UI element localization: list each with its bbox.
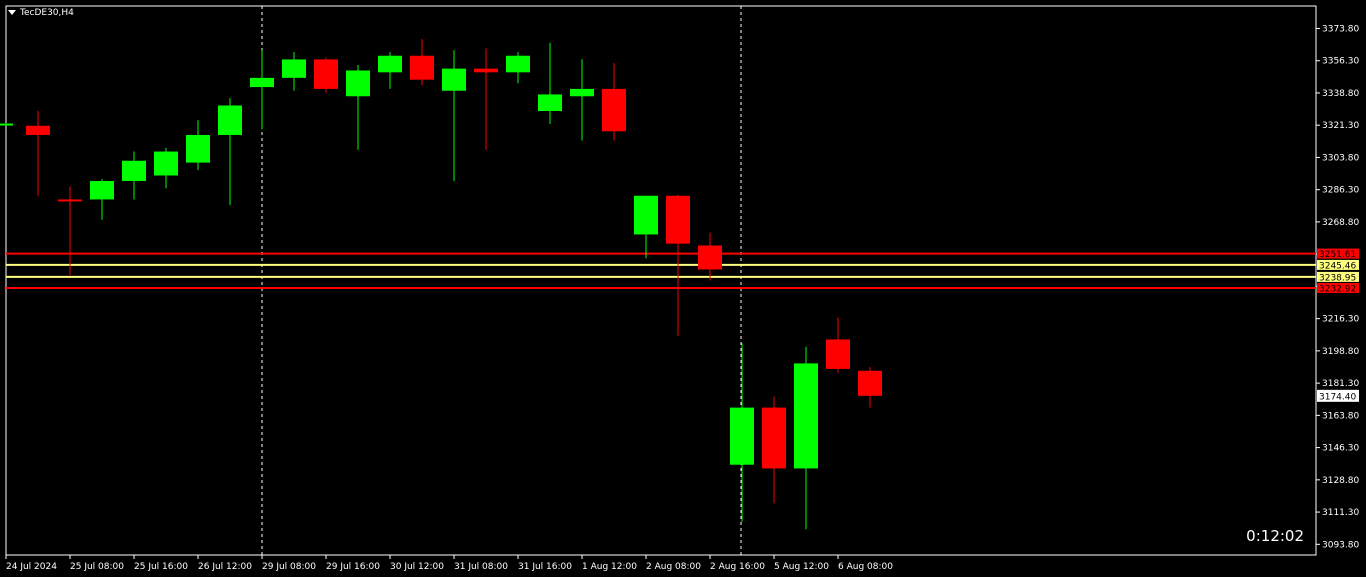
level-price-label: 3232.92 bbox=[1319, 285, 1356, 295]
candle-body bbox=[58, 199, 82, 202]
candle-body bbox=[410, 55, 434, 80]
candle-body bbox=[282, 59, 306, 78]
y-tick-label: 3163.80 bbox=[1322, 411, 1359, 421]
candle-body bbox=[826, 339, 850, 369]
y-tick-label: 3321.30 bbox=[1322, 121, 1359, 131]
x-tick-label: 6 Aug 08:00 bbox=[838, 562, 893, 572]
candle-body bbox=[794, 363, 818, 469]
y-tick-label: 3093.80 bbox=[1322, 540, 1359, 550]
y-tick-label: 3356.30 bbox=[1322, 57, 1359, 67]
x-tick-label: 2 Aug 08:00 bbox=[646, 562, 701, 572]
candle-body bbox=[378, 55, 402, 73]
x-tick-label: 5 Aug 12:00 bbox=[774, 562, 829, 572]
y-tick-label: 3373.80 bbox=[1322, 24, 1359, 34]
level-price-label: 3245.46 bbox=[1319, 261, 1356, 271]
candlestick-chart[interactable]: 3373.80 3356.30 3338.80 3321.30 3303.80 3286.… bbox=[0, 0, 1366, 577]
plot-frame bbox=[5, 5, 1317, 556]
x-tick-label: 26 Jul 12:00 bbox=[198, 562, 252, 572]
candle-body bbox=[698, 245, 722, 270]
candle-body bbox=[666, 195, 690, 244]
candle-body bbox=[762, 407, 786, 469]
candle-body bbox=[442, 68, 466, 91]
candle-body bbox=[730, 407, 754, 465]
candle-body bbox=[26, 125, 50, 135]
y-tick-label: 3303.80 bbox=[1322, 153, 1359, 163]
candle-body bbox=[122, 160, 146, 182]
x-tick-label: 25 Jul 16:00 bbox=[134, 562, 188, 572]
chart-title: TecDE30,H4 bbox=[8, 8, 74, 18]
x-tick-label: 30 Jul 12:00 bbox=[390, 562, 444, 572]
candle-body bbox=[218, 105, 242, 135]
candle-body bbox=[250, 77, 274, 88]
x-tick-label: 1 Aug 12:00 bbox=[582, 562, 637, 572]
candle-body bbox=[0, 123, 13, 126]
candle-body bbox=[634, 195, 658, 235]
current-price-label: 3174.40 bbox=[1319, 392, 1356, 402]
y-tick-label: 3146.30 bbox=[1322, 444, 1359, 454]
y-tick-label: 3286.30 bbox=[1322, 186, 1359, 196]
x-tick-label: 25 Jul 08:00 bbox=[70, 562, 124, 572]
y-tick-label: 3181.30 bbox=[1322, 379, 1359, 389]
candle-body bbox=[154, 151, 178, 176]
x-tick-label: 29 Jul 16:00 bbox=[326, 562, 380, 572]
candle-body bbox=[186, 134, 210, 163]
symbol-label: TecDE30,H4 bbox=[20, 8, 74, 18]
x-tick-label: 24 Jul 2024 bbox=[6, 562, 57, 572]
bar-countdown-timer: 0:12:02 bbox=[1246, 527, 1304, 545]
candle-body bbox=[602, 88, 626, 132]
x-tick-label: 2 Aug 16:00 bbox=[710, 562, 765, 572]
y-tick-label: 3111.30 bbox=[1322, 508, 1359, 518]
candle-body bbox=[90, 181, 114, 200]
candle-body bbox=[570, 88, 594, 97]
candle-body bbox=[506, 55, 530, 73]
x-tick-label: 31 Jul 16:00 bbox=[518, 562, 572, 572]
candle-body bbox=[858, 370, 882, 396]
level-price-label: 3238.95 bbox=[1319, 273, 1356, 283]
level-price-label: 3251.61 bbox=[1319, 250, 1356, 260]
y-tick-label: 3216.30 bbox=[1322, 315, 1359, 325]
y-tick-label: 3268.80 bbox=[1322, 218, 1359, 228]
candle-body bbox=[474, 68, 498, 73]
y-tick-label: 3198.80 bbox=[1322, 347, 1359, 357]
x-tick-label: 29 Jul 08:00 bbox=[262, 562, 316, 572]
x-tick-label: 31 Jul 08:00 bbox=[454, 562, 508, 572]
candle-body bbox=[314, 59, 338, 89]
candle-body bbox=[538, 94, 562, 112]
y-tick-label: 3338.80 bbox=[1322, 89, 1359, 99]
y-tick-label: 3128.80 bbox=[1322, 476, 1359, 486]
candle-body bbox=[346, 70, 370, 97]
dropdown-triangle-icon[interactable] bbox=[8, 10, 16, 15]
